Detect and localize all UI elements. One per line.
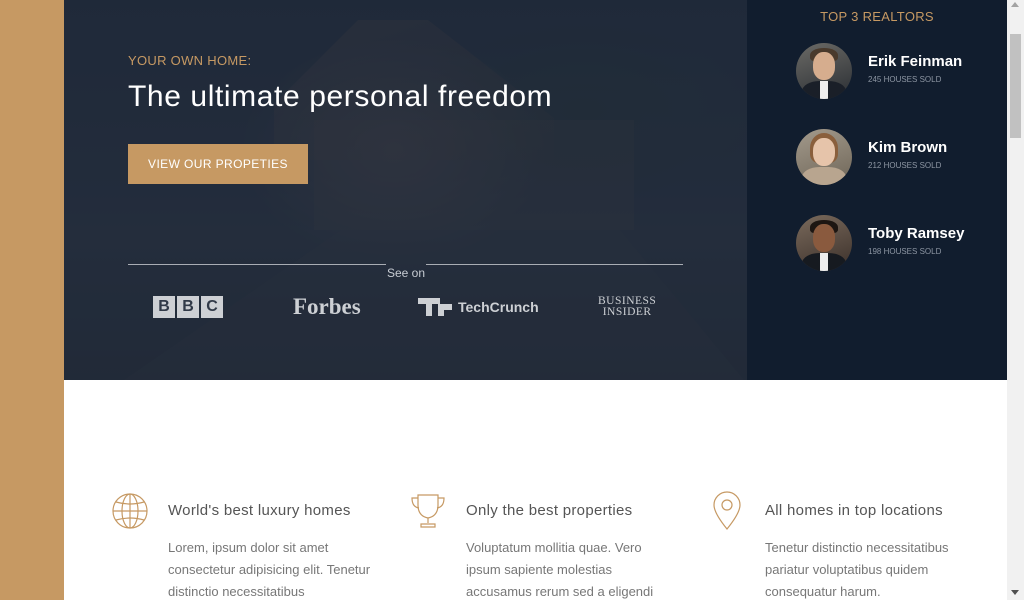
bbc-letter: B <box>153 296 175 318</box>
realtor-name: Toby Ramsey <box>868 225 965 242</box>
view-properties-button[interactable]: View our propeties <box>128 144 308 184</box>
trophy-icon <box>411 494 445 528</box>
realtor-name: Erik Feinman <box>868 53 963 70</box>
seen-on-divider-right <box>426 264 683 265</box>
feature-title: World's best luxury homes <box>168 502 351 519</box>
realtor-houses-sold: 212 houses sold <box>868 161 942 170</box>
hero-section: Your own home: The ultimate personal fre… <box>64 0 747 380</box>
bbc-logo: B B C <box>153 290 223 324</box>
top-realtors-panel: Top 3 Realtors Erik Feinman 245 houses s… <box>747 0 1007 380</box>
press-logos: B B C Forbes TechCrunch BUSINESS INSIDER <box>128 290 683 324</box>
realtor-card[interactable]: Kim Brown 212 houses sold <box>796 129 996 187</box>
scroll-up-arrow-icon[interactable] <box>1011 2 1019 7</box>
globe-icon <box>112 493 148 529</box>
scroll-down-arrow-icon[interactable] <box>1011 590 1019 595</box>
bbc-letter: C <box>201 296 223 318</box>
scrollbar-thumb[interactable] <box>1010 34 1021 138</box>
feature-title: All homes in top locations <box>765 502 943 519</box>
bbc-letter: B <box>177 296 199 318</box>
business-insider-line2: INSIDER <box>602 306 652 318</box>
realtor-houses-sold: 198 houses sold <box>868 247 942 256</box>
business-insider-logo: BUSINESS INSIDER <box>598 290 656 324</box>
feature-text: Lorem, ipsum dolor sit amet consectetur … <box>168 540 371 599</box>
forbes-logo: Forbes <box>293 294 361 319</box>
accent-side-strip <box>0 0 64 600</box>
feature-top-locations: All homes in top locations Tenetur disti… <box>709 488 999 600</box>
seen-on-divider-left <box>128 264 386 265</box>
avatar <box>796 215 852 271</box>
feature-text: Tenetur distinctio necessitatibus pariat… <box>765 540 949 599</box>
techcrunch-mark-icon <box>418 298 452 316</box>
seen-on-label: See on <box>386 266 426 280</box>
realtors-title: Top 3 Realtors <box>820 9 934 24</box>
realtor-houses-sold: 245 houses sold <box>868 75 942 84</box>
realtor-name: Kim Brown <box>868 139 948 156</box>
techcrunch-wordmark: TechCrunch <box>458 299 539 315</box>
feature-text: Voluptatum mollitia quae. Vero ipsum sap… <box>466 540 654 599</box>
realtor-card[interactable]: Toby Ramsey 198 houses sold <box>796 215 996 273</box>
techcrunch-logo: TechCrunch <box>418 290 539 324</box>
feature-luxury-homes: World's best luxury homes Lorem, ipsum d… <box>112 488 402 600</box>
hero-title: The ultimate personal freedom <box>128 80 553 113</box>
avatar <box>796 129 852 185</box>
feature-title: Only the best properties <box>466 502 633 519</box>
realtor-card[interactable]: Erik Feinman 245 houses sold <box>796 43 996 101</box>
feature-best-properties: Only the best properties Voluptatum moll… <box>410 488 700 600</box>
map-pin-icon <box>713 491 741 530</box>
hero-subtitle: Your own home: <box>128 53 252 68</box>
page-scrollbar[interactable] <box>1007 0 1024 600</box>
avatar <box>796 43 852 99</box>
